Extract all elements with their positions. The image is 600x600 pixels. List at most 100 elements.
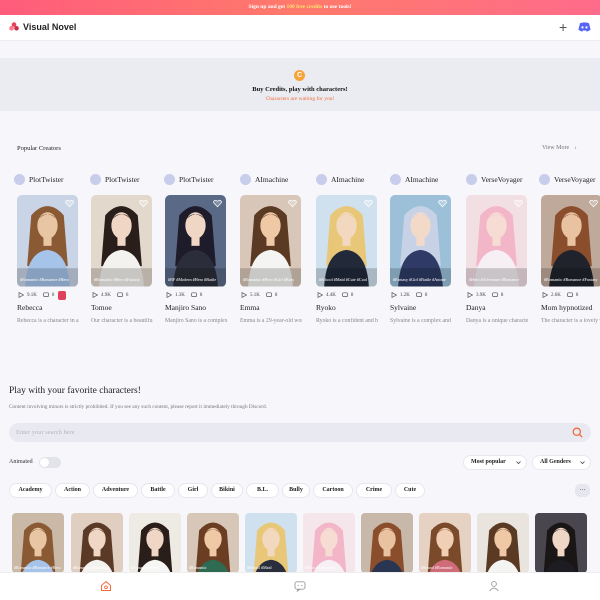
popular-creators-title: Popular Creators — [17, 145, 61, 152]
play-icon — [92, 292, 98, 298]
card-tags: #School #Romantic — [421, 565, 453, 570]
character-card[interactable]: #School #Maid #Cute #Cool — [316, 195, 377, 287]
logo[interactable]: Visual Novel — [9, 22, 76, 32]
sort-dropdown[interactable]: Most popular — [463, 455, 527, 470]
grid-character-card[interactable]: #Hero #Adventure — [303, 513, 355, 573]
heart-icon[interactable] — [213, 199, 222, 208]
creator-chip[interactable]: PlotTwister — [164, 172, 238, 186]
creator-name: PlotTwister — [29, 174, 64, 184]
creator-name: VerseVoyager — [481, 174, 523, 184]
view-count: 9.1K — [27, 292, 37, 298]
creator-name: AImachine — [255, 174, 289, 184]
chat-count: 8 — [51, 292, 55, 298]
character-portrait — [187, 513, 239, 573]
card-tags: #Romantic #Romance #Hero — [14, 565, 61, 570]
view-count: 3.9K — [476, 292, 486, 298]
category-chip[interactable]: Crime — [356, 483, 392, 498]
character-portrait — [316, 195, 377, 287]
creator-chip[interactable]: VerseVoyager — [466, 172, 540, 186]
gender-dropdown[interactable]: All Genders — [532, 455, 591, 470]
grid-character-card[interactable]: #Romantic #Romance — [71, 513, 123, 573]
create-plus-button[interactable]: + — [559, 20, 567, 34]
chat-count: 6 — [125, 292, 129, 298]
category-chip[interactable]: Cute — [395, 483, 425, 498]
card-stats: 9.1K 8 — [18, 292, 54, 298]
toggle-knob — [40, 458, 49, 467]
play-icon — [241, 292, 247, 298]
category-chip[interactable]: Bully — [282, 483, 310, 498]
category-chip[interactable]: Action — [55, 483, 90, 498]
card-tags: #Romantic #Hero #Fantasy — [94, 277, 141, 282]
creator-chip[interactable]: AImachine — [316, 172, 390, 186]
grid-character-card[interactable]: #School #Maid — [245, 513, 297, 573]
grid-character-card[interactable] — [535, 513, 587, 573]
category-chip[interactable]: Bikini — [211, 483, 243, 498]
chat-count-icon — [416, 292, 422, 297]
card-tags: #BF #Modern #Hero #Battle — [168, 277, 217, 282]
category-chip[interactable]: B.L. — [246, 483, 279, 498]
character-card[interactable]: #Romantic #Hero #Girl #Boss — [240, 195, 301, 287]
creator-chip[interactable]: AImachine — [390, 172, 464, 186]
heart-icon[interactable] — [364, 199, 373, 208]
card-tags: #Romance #Hero — [131, 565, 160, 570]
card-stats: 1.3K 8 — [166, 292, 202, 298]
grid-character-card[interactable]: #Romantic — [187, 513, 239, 573]
creator-chip[interactable]: AImachine — [240, 172, 314, 186]
creator-chip[interactable]: PlotTwister — [90, 172, 164, 186]
chat-count-icon — [191, 292, 197, 297]
more-categories-button[interactable]: ... — [575, 484, 590, 497]
grid-character-card[interactable] — [477, 513, 529, 573]
character-card[interactable]: #Fantasy #Girl #Battle #Anime — [390, 195, 451, 287]
character-card[interactable]: #BF #Modern #Hero #Battle — [165, 195, 226, 287]
content-notice: Content involving minors is strictly pro… — [9, 404, 268, 410]
card-tags: #Hero #Adventure — [305, 565, 335, 570]
heart-icon[interactable] — [589, 199, 598, 208]
character-card[interactable]: #Romantic #Romance #Fantasy — [541, 195, 600, 287]
animated-toggle[interactable] — [39, 457, 61, 468]
chat-count-icon — [43, 292, 49, 297]
grid-character-card[interactable] — [361, 513, 413, 573]
card-tags: #Romantic #Romance #Hero — [20, 277, 69, 282]
category-chip[interactable]: Girl — [178, 483, 208, 498]
profile-icon[interactable] — [488, 580, 500, 592]
category-chip[interactable]: Battle — [141, 483, 175, 498]
creator-chip[interactable]: PlotTwister — [14, 172, 88, 186]
heart-icon[interactable] — [139, 199, 148, 208]
grid-character-card[interactable]: #Romance #Hero — [129, 513, 181, 573]
character-description: The character is a lovely woman — [541, 318, 600, 324]
category-chip[interactable]: Adventure — [93, 483, 138, 498]
banner-highlight: 100 free credits — [286, 4, 323, 10]
character-description: Ryoko is a confident and bold — [316, 318, 378, 324]
grid-character-card[interactable]: #School #Romantic — [419, 513, 471, 573]
character-description: Emma is a 29-year-old woman — [240, 318, 302, 324]
credits-promo[interactable]: C Buy Credits, play with characters! Cha… — [0, 58, 600, 111]
character-portrait — [245, 513, 297, 573]
character-card[interactable]: #Romantic #Romance #Hero — [17, 195, 78, 287]
play-icon — [391, 292, 397, 298]
heart-icon[interactable] — [65, 199, 74, 208]
view-more-link[interactable]: View More › — [542, 145, 577, 151]
creator-chip[interactable]: VerseVoyager — [539, 172, 600, 186]
character-portrait — [390, 195, 451, 287]
heart-icon[interactable] — [514, 199, 523, 208]
character-description: Sylvaine is a complex and mysterious — [390, 318, 452, 324]
chat-icon[interactable] — [294, 580, 306, 592]
search-bar — [9, 423, 591, 442]
character-name: Manjiro Sano — [165, 303, 207, 312]
category-chip[interactable]: Academy — [9, 483, 52, 498]
discord-icon[interactable] — [578, 22, 591, 32]
search-icon[interactable] — [572, 427, 583, 438]
home-icon[interactable] — [100, 580, 112, 592]
category-chip[interactable]: Cartoon — [313, 483, 353, 498]
promo-banner[interactable]: Sign up and get 100 free credits to use … — [0, 0, 600, 15]
character-card[interactable]: #Romantic #Hero #Fantasy — [91, 195, 152, 287]
chat-count-icon — [266, 292, 272, 297]
gender-dropdown-label: All Genders — [540, 459, 571, 465]
search-input[interactable] — [16, 426, 556, 439]
heart-icon[interactable] — [288, 199, 297, 208]
chat-count: 8 — [350, 292, 354, 298]
heart-icon[interactable] — [438, 199, 447, 208]
grid-character-card[interactable]: #Romantic #Romance #Hero — [12, 513, 64, 573]
character-card[interactable]: #Hero #Adventure #Romance — [466, 195, 527, 287]
banner-text-pre: Sign up and get — [248, 4, 287, 10]
